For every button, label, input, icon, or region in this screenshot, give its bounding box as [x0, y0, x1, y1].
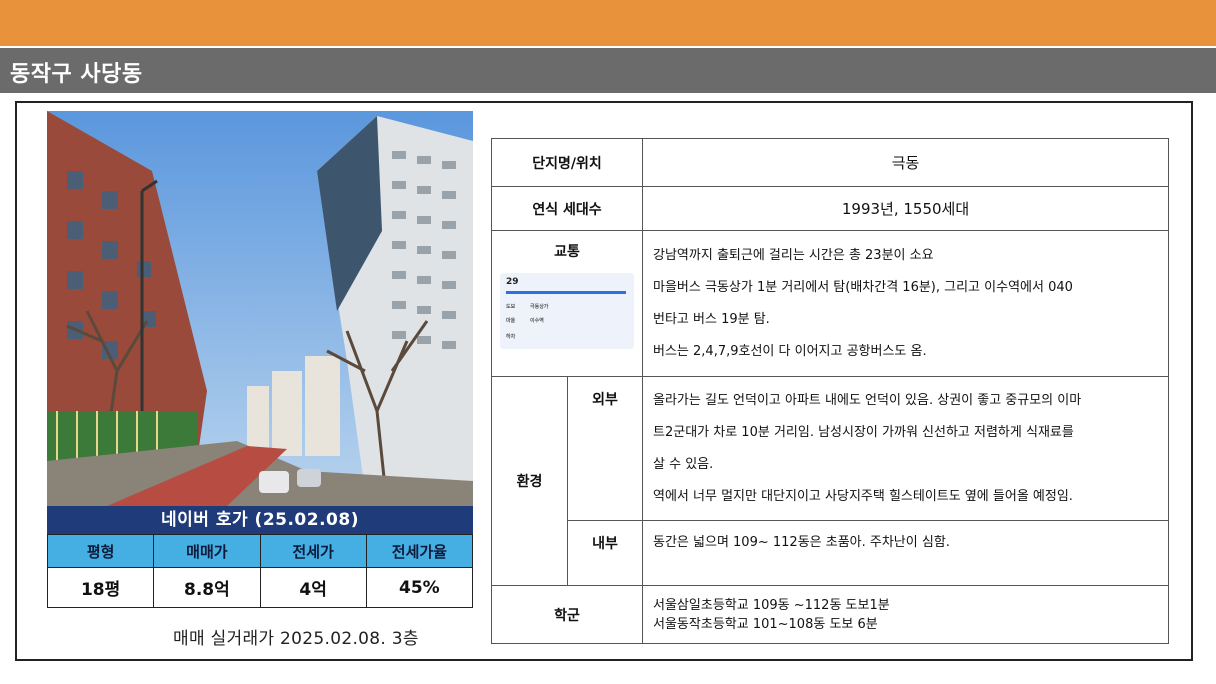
external-line: 살 수 있음. [653, 456, 714, 472]
sale-price-value: 8.8억 [153, 567, 261, 608]
col-jeonse-price: 전세가 [259, 534, 367, 568]
price-header-row: 평형 매매가 전세가 전세가율 [46, 534, 474, 568]
external-line: 트2군대가 차로 10분 거리임. 남성시장이 가까워 신선하고 저렴하게 식재… [653, 424, 1074, 440]
row-school: 학군 서울삼일초등학교 109동 ~112동 도보1분 서울동작초등학교 101… [490, 585, 1170, 644]
row-env-internal: 내부 동간은 넓으며 109~ 112동은 초품아. 주차난이 심함. [492, 520, 1170, 586]
route-step-4: 이수역 [530, 318, 544, 324]
transit-cell: 교통 29 도보 극동상가 마을 이수역 하차 [490, 230, 644, 377]
col-area: 평형 [46, 534, 155, 568]
name-value: 극동 [642, 138, 1170, 187]
route-step-5: 하차 [506, 334, 516, 340]
region-header-bar: 동작구 사당동 [0, 48, 1216, 93]
school-line: 서울동작초등학교 101~108동 도보 6분 [653, 616, 878, 632]
route-step-2: 극동상가 [530, 304, 549, 310]
transit-line: 버스는 2,4,7,9호선이 다 이어지고 공항버스도 옴. [653, 343, 927, 359]
transit-label: 교통 [554, 244, 580, 260]
environment-label: 환경 [491, 376, 568, 586]
transaction-caption: 매매 실거래가 2025.02.08. 3층 [173, 629, 419, 649]
region-title: 동작구 사당동 [10, 62, 143, 87]
route-step-3: 마을 [506, 318, 516, 324]
transit-line: 강남역까지 출퇴근에 걸리는 시간은 총 23분이 소요 [653, 247, 934, 263]
external-line: 올라가는 길도 언덕이고 아파트 내에도 언덕이 있음. 상권이 좋고 중규모의… [653, 392, 1082, 408]
school-description: 서울삼일초등학교 109동 ~112동 도보1분 서울동작초등학교 101~10… [642, 585, 1170, 644]
internal-description: 동간은 넓으며 109~ 112동은 초품아. 주차난이 심함. [642, 520, 1170, 586]
apartment-photo [47, 111, 473, 506]
route-progress-line [506, 291, 626, 294]
jeonse-ratio-value: 45% [365, 567, 474, 608]
top-accent-bar [0, 0, 1216, 46]
external-label: 외부 [566, 376, 644, 521]
area-value: 18평 [46, 567, 155, 608]
transit-line: 마을버스 극동상가 1분 거리에서 탐(배차간격 16분), 그리고 이수역에서… [653, 279, 1073, 295]
transit-description: 강남역까지 출퇴근에 걸리는 시간은 총 23분이 소요 마을버스 극동상가 1… [642, 230, 1170, 377]
school-line: 서울삼일초등학교 109동 ~112동 도보1분 [653, 597, 890, 613]
internal-line: 동간은 넓으며 109~ 112동은 초품아. 주차난이 심함. [653, 535, 950, 550]
name-label: 단지명/위치 [490, 138, 644, 187]
jeonse-price-value: 4억 [259, 567, 367, 608]
route-time: 29 [506, 277, 519, 287]
transit-route-thumbnail: 29 도보 극동상가 마을 이수역 하차 [500, 273, 634, 349]
external-line: 역에서 너무 멀지만 대단지이고 사당지주택 힐스테이트도 옆에 들어올 예정임… [653, 488, 1073, 504]
price-table-title: 네이버 호가 (25.02.08) [47, 506, 473, 534]
row-year: 연식 세대수 1993년, 1550세대 [490, 186, 1170, 231]
row-name: 단지명/위치 극동 [490, 138, 1170, 187]
external-description: 올라가는 길도 언덕이고 아파트 내에도 언덕이 있음. 상권이 좋고 중규모의… [642, 376, 1170, 521]
col-jeonse-ratio: 전세가율 [365, 534, 474, 568]
year-value: 1993년, 1550세대 [642, 186, 1170, 231]
transit-line: 번타고 버스 19분 탐. [653, 311, 770, 327]
price-value-row: 18평 8.8억 4억 45% [46, 567, 474, 608]
col-sale-price: 매매가 [153, 534, 261, 568]
price-table: 평형 매매가 전세가 전세가율 18평 8.8억 4억 45% [46, 534, 474, 608]
route-step-1: 도보 [506, 304, 516, 310]
internal-label: 내부 [566, 520, 644, 586]
complex-info-table: 단지명/위치 극동 연식 세대수 1993년, 1550세대 교통 29 도보 … [490, 138, 1170, 644]
school-label: 학군 [490, 585, 644, 644]
year-label: 연식 세대수 [490, 186, 644, 231]
row-transit: 교통 29 도보 극동상가 마을 이수역 하차 강남역까지 출퇴근에 걸리는 시… [490, 230, 1170, 377]
row-env-external: 환경 외부 올라가는 길도 언덕이고 아파트 내에도 언덕이 있음. 상권이 좋… [491, 376, 1170, 586]
